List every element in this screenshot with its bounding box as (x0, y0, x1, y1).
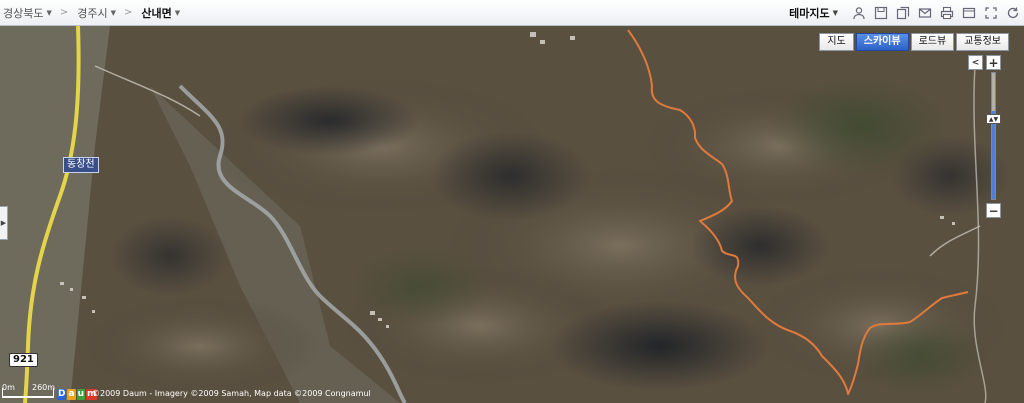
link-icon[interactable] (961, 5, 977, 21)
pan-left-button[interactable]: < (968, 55, 983, 70)
plus-icon: + (988, 55, 999, 70)
breadcrumb-separator: > (124, 7, 133, 18)
zoom-slider-track[interactable] (991, 72, 996, 200)
scale-start-label: 0m (2, 383, 15, 392)
place-label-stream[interactable]: 동창천 (63, 157, 99, 173)
breadcrumb-province[interactable]: 경상북도 ▼ (0, 5, 52, 21)
chevron-left-icon: < (971, 57, 980, 68)
breadcrumb-province-label: 경상북도 (3, 6, 44, 20)
fullscreen-icon[interactable] (983, 5, 999, 21)
save-icon[interactable] (873, 5, 889, 21)
chevron-down-icon: ▼ (174, 8, 181, 17)
logo-letter: D (57, 389, 67, 400)
logo-letter: a (67, 389, 76, 400)
minus-icon: − (988, 203, 999, 218)
chevron-right-icon: ▶ (0, 219, 7, 227)
copy-icon[interactable] (895, 5, 911, 21)
map-type-traffic-button[interactable]: 교통정보 (956, 33, 1009, 51)
zoom-slider-thumb[interactable]: ▲▼ (986, 114, 1001, 124)
map-type-map-button[interactable]: 지도 (819, 33, 854, 51)
map-type-switcher: 지도 스카이뷰 로드뷰 교통정보 (819, 33, 1009, 51)
copyright-text: ©2009 Daum - Imagery ©2009 Samah, Map da… (92, 389, 371, 398)
zoom-level-fill (992, 110, 995, 199)
breadcrumb-town-label: 산내면 (141, 6, 172, 20)
road-number-shield: 921 (9, 353, 38, 367)
chevron-down-icon: ▼ (832, 9, 838, 17)
chevron-down-icon: ▼ (46, 8, 52, 17)
breadcrumb-town[interactable]: 산내면 ▼ (138, 5, 180, 21)
breadcrumb-separator: > (59, 7, 69, 18)
logo-letter: u (76, 389, 85, 400)
refresh-icon[interactable] (1005, 5, 1021, 21)
chevron-down-icon: ▼ (110, 8, 117, 17)
top-toolbar: 경상북도 ▼ > 경주시 ▼ > 산내면 ▼ 테마지도 ▼ (0, 0, 1024, 26)
zoom-out-button[interactable]: − (986, 203, 1001, 218)
mail-icon[interactable] (917, 5, 933, 21)
user-icon[interactable] (851, 5, 867, 21)
theme-map-dropdown[interactable]: 테마지도 ▼ (789, 5, 838, 21)
breadcrumb-city[interactable]: 경주시 ▼ (74, 5, 116, 21)
updown-arrow-icon: ▲▼ (988, 115, 999, 123)
scale-end-label: 260m (32, 383, 56, 392)
theme-map-label: 테마지도 (789, 7, 830, 20)
side-panel-toggle[interactable]: ▶ (0, 206, 8, 240)
satellite-imagery (0, 26, 1024, 403)
map-canvas[interactable]: ▶ 동창천 921 지도 스카이뷰 로드뷰 교통정보 < + ▲▼ − 0m 2… (0, 26, 1024, 403)
print-icon[interactable] (939, 5, 955, 21)
breadcrumb-city-label: 경주시 (77, 6, 108, 20)
map-type-roadview-button[interactable]: 로드뷰 (910, 33, 955, 51)
zoom-in-button[interactable]: + (986, 55, 1001, 70)
map-type-skyview-button[interactable]: 스카이뷰 (855, 33, 909, 51)
toolbar-actions: 테마지도 ▼ (789, 0, 1024, 26)
